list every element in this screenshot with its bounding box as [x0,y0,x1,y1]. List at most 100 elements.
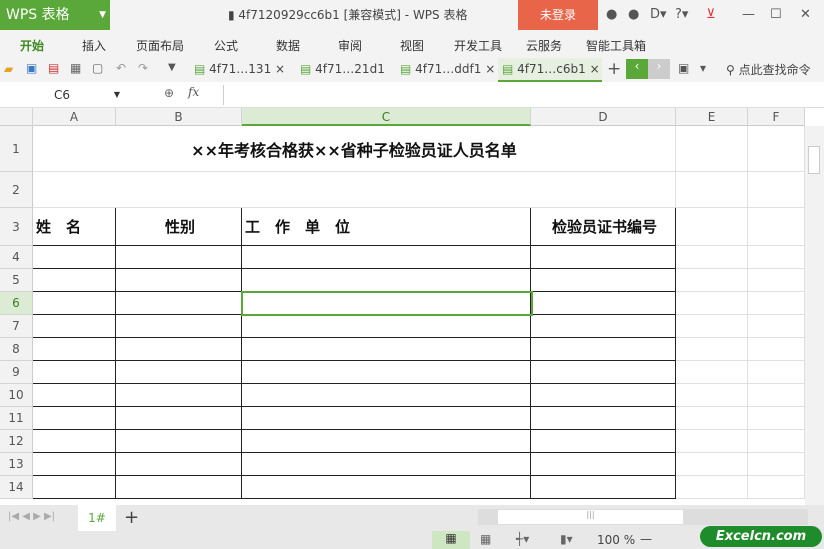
column-header-A[interactable]: A [33,108,116,126]
menu-tab-1[interactable]: 插入 [82,37,106,54]
empty-cell[interactable] [748,208,805,246]
row-header-8[interactable]: 8 [0,338,33,361]
table-cell[interactable] [33,384,116,407]
close-tab-icon[interactable]: × [590,62,600,76]
empty-cell[interactable] [748,126,805,172]
empty-cell[interactable] [748,172,805,208]
merged-empty-cell[interactable] [33,172,676,208]
undo-icon[interactable]: ↶ [116,61,126,75]
table-cell[interactable] [531,315,676,338]
table-cell[interactable] [242,430,531,453]
table-cell[interactable] [242,407,531,430]
table-cell[interactable] [33,292,116,315]
settings-icon[interactable]: ● [628,7,639,22]
document-tab[interactable]: ▤ 4f71…131 × [190,58,290,82]
help-icon[interactable]: ?▾ [675,7,688,22]
table-cell[interactable] [116,430,242,453]
empty-cell[interactable] [676,453,748,476]
table-cell[interactable] [33,476,116,499]
empty-cell[interactable] [748,384,805,407]
column-header-E[interactable]: E [676,108,748,126]
menu-tab-2[interactable]: 页面布局 [136,37,184,54]
table-cell[interactable] [33,246,116,269]
empty-cell[interactable] [676,269,748,292]
table-cell[interactable] [116,384,242,407]
row-header-13[interactable]: 13 [0,453,33,476]
table-cell[interactable] [531,407,676,430]
table-cell[interactable] [33,338,116,361]
menu-tab-7[interactable]: 开发工具 [454,37,502,54]
table-cell[interactable] [242,315,531,338]
download-icon[interactable]: ⊻ [706,7,716,22]
row-header-4[interactable]: 4 [0,246,33,269]
scroll-thumb[interactable]: ||| [498,510,683,524]
page-break-view-icon[interactable]: ▦ [480,532,491,546]
table-cell[interactable] [33,453,116,476]
prev-tab-icon[interactable]: ‹ [626,59,648,79]
menu-tab-8[interactable]: 云服务 [526,37,562,54]
empty-cell[interactable] [676,172,748,208]
table-cell[interactable] [33,361,116,384]
screen-icon[interactable]: ▣ [678,61,689,75]
open-icon[interactable]: ▰ [4,62,13,76]
close-tab-icon[interactable]: × [485,62,495,76]
table-cell[interactable] [531,292,676,315]
empty-cell[interactable] [748,453,805,476]
empty-cell[interactable] [676,292,748,315]
select-all-corner[interactable] [0,108,33,126]
sheet-nav-icon[interactable]: |◀ ◀ ▶ ▶| [8,511,55,522]
document-tab[interactable]: ▤ 4f71…ddf1 × [396,58,496,82]
empty-cell[interactable] [748,361,805,384]
empty-cell[interactable] [676,430,748,453]
formula-input[interactable] [223,85,824,105]
empty-cell[interactable] [676,407,748,430]
table-cell[interactable] [242,269,531,292]
empty-cell[interactable] [748,338,805,361]
table-cell[interactable] [242,246,531,269]
add-sheet-icon[interactable]: + [124,507,139,528]
row-header-9[interactable]: 9 [0,361,33,384]
table-cell[interactable] [531,269,676,292]
menu-tab-6[interactable]: 视图 [400,37,424,54]
table-cell[interactable] [531,453,676,476]
document-tab[interactable]: ▤ 4f71…21d1 × [296,58,396,98]
document-tab[interactable]: ▤ 4f71…c6b1 × [498,58,602,82]
vertical-scrollbar[interactable] [805,126,824,505]
minimize-icon[interactable]: — [742,7,755,22]
zoom-level[interactable]: 100 % [597,533,635,547]
table-cell[interactable] [116,246,242,269]
new-tab-icon[interactable]: + [607,59,621,79]
menu-tab-5[interactable]: 审阅 [338,37,362,54]
eye-protect-icon[interactable]: ▮▾ [560,532,573,546]
table-cell[interactable] [242,384,531,407]
row-header-2[interactable]: 2 [0,172,33,208]
zoom-formula-icon[interactable]: ⊕ [164,86,174,100]
dropdown-icon[interactable]: ▾ [700,61,706,75]
row-header-7[interactable]: 7 [0,315,33,338]
empty-cell[interactable] [676,208,748,246]
table-cell[interactable] [116,315,242,338]
row-header-5[interactable]: 5 [0,269,33,292]
next-tab-icon[interactable]: › [648,59,670,79]
name-box[interactable]: C6 ▼ [0,85,124,105]
header-cell[interactable]: 姓 名 [33,208,116,246]
column-header-D[interactable]: D [531,108,676,126]
table-cell[interactable] [116,407,242,430]
redo-icon[interactable]: ↷ [138,61,148,75]
empty-cell[interactable] [748,476,805,499]
row-header-12[interactable]: 12 [0,430,33,453]
row-header-1[interactable]: 1 [0,126,33,172]
app-menu-button[interactable]: WPS 表格 ▼ [0,0,110,30]
row-header-6[interactable]: 6 [0,292,33,315]
sheet-tab[interactable]: 1# [78,505,116,531]
table-cell[interactable] [116,476,242,499]
table-cell[interactable] [116,292,242,315]
empty-cell[interactable] [748,430,805,453]
search-command[interactable]: ⚲ 点此查找命令 [726,61,811,78]
close-tab-icon[interactable]: × [275,62,285,76]
table-cell[interactable] [33,407,116,430]
header-cell[interactable]: 性别 [116,208,242,246]
maximize-icon[interactable]: ☐ [770,7,782,22]
menu-tab-0[interactable]: 开始 [20,37,44,54]
fx-icon[interactable]: fx [188,85,199,99]
